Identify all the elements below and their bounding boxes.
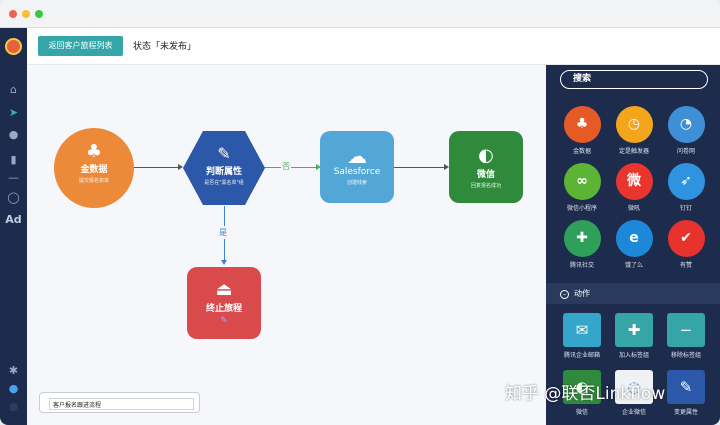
sprout-icon: ♣ [85, 141, 103, 162]
panel-tile[interactable]: e 饿了么 [609, 220, 659, 269]
panel-tile[interactable]: ∞ 微信小程序 [557, 163, 607, 212]
maximize-dot[interactable] [35, 10, 43, 18]
node-judge-attribute[interactable]: ✎ 判断属性 是否在"黑名单"组 [182, 130, 266, 206]
panel-tile[interactable]: − 移除标签组 [661, 313, 711, 359]
edge-judge-salesforce [263, 166, 319, 168]
window-titlebar [0, 0, 720, 28]
clock-icon: ◷ [615, 106, 653, 143]
node-end-journey[interactable]: ⏏ 终止旅程 ✎ [187, 267, 261, 339]
divider: — [8, 171, 19, 184]
panel-tile[interactable]: ✚ 腾讯社交 [557, 220, 607, 269]
tile-label: 微信小程序 [566, 205, 597, 212]
node-title: 终止旅程 [205, 304, 242, 314]
sprout-icon: ♣ [563, 106, 601, 143]
message-icon[interactable]: ● [0, 382, 27, 396]
tile-label: 移除标签组 [670, 352, 701, 359]
tile-label: 有赞 [679, 262, 692, 269]
component-panel: 搜索 – 动作 ♣ 金数据 ◷ 定是触发器 ◔ 问卷网 ∞ 微信小程序微微吼 ➶ 钉钉 ✚ 腾讯社交 e 饿… [546, 65, 720, 425]
mail-icon: ✉ [563, 313, 601, 347]
journey-status: 状态「未发布」 [133, 42, 197, 52]
pencil-icon[interactable]: ✎ [187, 316, 261, 326]
panel-tile[interactable]: ◔ 问卷网 [661, 106, 711, 155]
close-dot[interactable] [9, 10, 17, 18]
tile-label: 企业微信 [621, 409, 646, 416]
edge-salesforce-wechat [394, 166, 446, 168]
panel-tile[interactable]: ◷ 定是触发器 [609, 106, 659, 155]
node-wechat[interactable]: ◐ 微信 回复报名成功 [449, 131, 523, 203]
watermark: 知乎 @联否Linkflow [505, 384, 666, 404]
panel-tile[interactable]: ✉ 腾讯企业邮箱 [557, 313, 607, 359]
tile-label: 饿了么 [624, 262, 643, 269]
tile-label: 腾讯企业邮箱 [563, 352, 600, 359]
dingtalk-icon: ➶ [667, 163, 705, 200]
tile-label: 定是触发器 [618, 148, 649, 155]
cloud-icon: ☁ [347, 144, 367, 168]
collapse-icon[interactable]: – [560, 290, 569, 299]
action-section-header[interactable]: – 动作 [546, 283, 720, 304]
home-icon[interactable]: ⌂ [0, 83, 27, 97]
panel-tile[interactable]: ✎ 变更属性 [661, 370, 711, 416]
node-title: 金数据 [80, 165, 108, 175]
node-title: 判断属性 [205, 167, 242, 177]
node-subtitle: 提交报名表单 [78, 178, 109, 184]
app-window: ⌂ ➤ ● ▮ — ◯ Ad ✱ ● ● 返回客户旅程列表 状态「未发布」 否 … [0, 0, 720, 425]
panel-tile[interactable]: ✚ 加入标签组 [609, 313, 659, 359]
node-title: Salesforce [333, 167, 381, 177]
journey-name-box [39, 392, 200, 413]
journey-name-input[interactable] [49, 398, 194, 410]
eleme-icon: e [615, 220, 653, 257]
edge-label-no: 否 [281, 161, 291, 172]
mini-program-icon: ∞ [563, 163, 601, 200]
node-salesforce[interactable]: ☁ Salesforce 创建线索 [320, 131, 394, 203]
tile-label: 金数据 [572, 148, 591, 155]
node-subtitle: 是否在"黑名单"组 [204, 180, 244, 186]
node-jinshuju-start[interactable]: ♣ 金数据 提交报名表单 [54, 128, 134, 208]
arrowhead [221, 260, 227, 265]
top-bar: 返回客户旅程列表 状态「未发布」 [27, 28, 720, 65]
account-icon[interactable]: ● [0, 400, 27, 414]
remove-user-icon: − [667, 313, 705, 347]
tile-label: 钉钉 [679, 205, 692, 212]
tile-label: 问卷网 [676, 148, 695, 155]
weihou-icon: 微 [615, 163, 653, 200]
action-header-label: 动作 [574, 289, 590, 298]
questionnaire-icon: ◔ [667, 106, 705, 143]
chat-icon[interactable]: ◯ [0, 191, 27, 205]
journey-canvas[interactable]: 否 是 ♣ 金数据 提交报名表单 ✎ 判断属性 是否在"黑名单"组 ☁ Sale… [27, 65, 546, 425]
panel-tile[interactable]: 微微吼 [609, 163, 659, 212]
edit-icon: ✎ [217, 144, 231, 163]
eject-icon: ⏏ [215, 279, 233, 300]
avatar[interactable] [5, 38, 22, 55]
bar-chart-icon[interactable]: ▮ [0, 153, 27, 167]
node-subtitle: 创建线索 [346, 180, 367, 186]
minimize-dot[interactable] [22, 10, 30, 18]
ad-icon[interactable]: Ad [0, 213, 27, 227]
node-title: 微信 [476, 170, 495, 180]
tile-label: 微吼 [627, 205, 640, 212]
tile-label: 变更属性 [673, 409, 698, 416]
search-input[interactable]: 搜索 [560, 70, 708, 89]
wechat-icon: ◐ [478, 145, 494, 166]
back-to-journey-list-button[interactable]: 返回客户旅程列表 [38, 36, 123, 56]
user-icon[interactable]: ● [0, 128, 27, 142]
panel-tile[interactable]: ♣ 金数据 [557, 106, 607, 155]
youzan-icon: ✔ [667, 220, 705, 257]
tile-label: 加入标签组 [618, 352, 649, 359]
edit-icon: ✎ [667, 370, 705, 404]
panel-tile[interactable]: ➶ 钉钉 [661, 163, 711, 212]
node-subtitle: 回复报名成功 [470, 183, 501, 189]
settings-icon[interactable]: ✱ [0, 364, 27, 378]
left-navigation: ⌂ ➤ ● ▮ — ◯ Ad ✱ ● ● [0, 28, 27, 425]
tile-label: 腾讯社交 [569, 262, 594, 269]
add-user-icon: ✚ [615, 313, 653, 347]
tencent-social-icon: ✚ [563, 220, 601, 257]
panel-tile[interactable]: ✔ 有赞 [661, 220, 711, 269]
tile-label: 微信 [575, 409, 588, 416]
send-icon[interactable]: ➤ [0, 106, 27, 120]
edge-label-yes: 是 [219, 226, 227, 239]
